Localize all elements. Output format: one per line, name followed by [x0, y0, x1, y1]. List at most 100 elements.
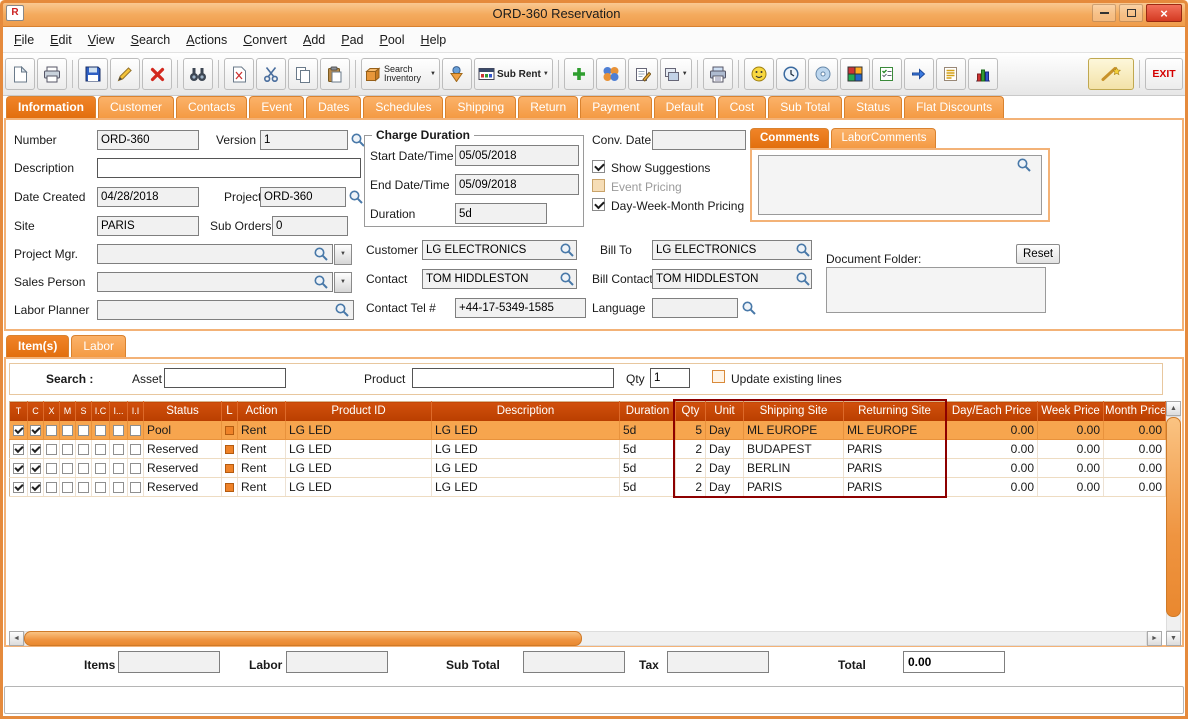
print-report-button[interactable]	[703, 58, 733, 90]
menu-view[interactable]: View	[80, 27, 123, 53]
row-checkbox[interactable]	[46, 425, 57, 436]
tab-flat-discounts[interactable]: Flat Discounts	[904, 96, 1004, 118]
new-document-button[interactable]	[5, 58, 35, 90]
row-checkbox[interactable]	[95, 444, 106, 455]
duplicate-button[interactable]: ▼	[660, 58, 692, 90]
col-header-s[interactable]: S	[76, 402, 92, 421]
row-checkbox[interactable]	[46, 482, 57, 493]
row-checkbox[interactable]	[46, 463, 57, 474]
event-pricing-checkbox[interactable]	[592, 179, 605, 192]
tab-customer[interactable]: Customer	[98, 96, 174, 118]
sales-person-dropdown-icon[interactable]: ▼	[334, 272, 352, 293]
project-mgr-search-icon[interactable]	[313, 246, 329, 262]
tab-shipping[interactable]: Shipping	[445, 96, 516, 118]
vertical-scroll-thumb[interactable]	[1166, 417, 1181, 617]
items-total-field[interactable]	[118, 651, 220, 673]
row-checkbox[interactable]	[95, 482, 106, 493]
sales-person-search-icon[interactable]	[313, 274, 329, 290]
row-checkbox[interactable]	[46, 444, 57, 455]
quick-edit-button[interactable]	[1088, 58, 1134, 90]
col-header-product-id[interactable]: Product ID	[286, 402, 432, 421]
add-line-button[interactable]	[564, 58, 594, 90]
sales-person-field[interactable]	[97, 272, 333, 292]
day-week-month-checkbox[interactable]	[592, 198, 605, 211]
col-header-qty[interactable]: Qty	[676, 402, 706, 421]
customer-service-button[interactable]	[744, 58, 774, 90]
show-suggestions-checkbox[interactable]	[592, 160, 605, 173]
table-row[interactable]: Reserved Rent LG LED LG LED 5d 2 Day BER…	[10, 459, 1166, 478]
row-checkbox[interactable]	[62, 463, 73, 474]
row-checkbox[interactable]	[78, 463, 89, 474]
tab-labor[interactable]: Labor	[71, 335, 126, 357]
row-checkbox[interactable]	[13, 425, 24, 436]
row-checkbox[interactable]	[130, 482, 141, 493]
search-inventory-button[interactable]: Search Inventory ▼	[361, 58, 440, 90]
col-header-duration[interactable]: Duration	[620, 402, 676, 421]
col-header-description[interactable]: Description	[432, 402, 620, 421]
grand-total-field[interactable]	[903, 651, 1005, 673]
col-header-t[interactable]: T	[10, 402, 28, 421]
pool-button[interactable]	[596, 58, 626, 90]
tab-sub-total[interactable]: Sub Total	[768, 96, 842, 118]
tab-event[interactable]: Event	[249, 96, 304, 118]
availability-button[interactable]	[840, 58, 870, 90]
title-bar[interactable]: R ORD-360 Reservation ×	[0, 0, 1188, 27]
row-checkbox[interactable]	[13, 444, 24, 455]
row-checkbox[interactable]	[62, 444, 73, 455]
menu-search[interactable]: Search	[123, 27, 179, 53]
history-button[interactable]	[776, 58, 806, 90]
row-checkbox[interactable]	[130, 463, 141, 474]
row-checkbox[interactable]	[113, 425, 124, 436]
col-header-returning-site[interactable]: Returning Site	[844, 402, 946, 421]
row-checkbox[interactable]	[62, 425, 73, 436]
document-folder-box[interactable]	[826, 267, 1046, 313]
project-mgr-field[interactable]	[97, 244, 333, 264]
language-field[interactable]	[652, 298, 738, 318]
delete-button[interactable]	[142, 58, 172, 90]
description-field[interactable]	[97, 158, 361, 178]
sub-total-field[interactable]	[523, 651, 625, 673]
language-search-icon[interactable]	[741, 300, 757, 316]
cut-line-button[interactable]	[224, 58, 254, 90]
sub-rent-button[interactable]: Sub Rent ▼	[474, 58, 553, 90]
tab-items[interactable]: Item(s)	[6, 335, 69, 357]
horizontal-scroll-thumb[interactable]	[24, 631, 582, 646]
contact-tel-field[interactable]	[455, 298, 586, 318]
tab-comments[interactable]: Comments	[750, 128, 829, 148]
paste-button[interactable]	[320, 58, 350, 90]
col-header-month-price[interactable]: Month Price	[1104, 402, 1166, 421]
filter-button[interactable]	[442, 58, 472, 90]
labor-total-field[interactable]	[286, 651, 388, 673]
table-row[interactable]: Reserved Rent LG LED LG LED 5d 2 Day BUD…	[10, 440, 1166, 459]
row-checkbox[interactable]	[78, 482, 89, 493]
tab-default[interactable]: Default	[654, 96, 716, 118]
copy-button[interactable]	[288, 58, 318, 90]
scroll-up-icon[interactable]: ▲	[1166, 401, 1181, 416]
media-button[interactable]	[808, 58, 838, 90]
cut-button[interactable]	[256, 58, 286, 90]
row-checkbox[interactable]	[78, 444, 89, 455]
comments-search-icon[interactable]	[1016, 157, 1032, 173]
menu-add[interactable]: Add	[295, 27, 333, 53]
comments-textarea[interactable]	[758, 155, 1042, 215]
col-header-action[interactable]: Action	[238, 402, 286, 421]
pricing-button[interactable]	[936, 58, 966, 90]
scroll-left-icon[interactable]: ◄	[9, 631, 24, 646]
conv-date-field[interactable]	[652, 130, 746, 150]
tab-labor-comments[interactable]: LaborComments	[831, 128, 936, 148]
edit-button[interactable]	[110, 58, 140, 90]
customer-field[interactable]	[422, 240, 577, 260]
tab-dates[interactable]: Dates	[306, 96, 361, 118]
bill-contact-field[interactable]	[652, 269, 812, 289]
analysis-button[interactable]	[968, 58, 998, 90]
col-header-c[interactable]: C	[28, 402, 44, 421]
scroll-right-icon[interactable]: ►	[1147, 631, 1162, 646]
product-input[interactable]	[412, 368, 614, 388]
site-field[interactable]	[97, 216, 199, 236]
col-header-unit[interactable]: Unit	[706, 402, 744, 421]
table-row[interactable]: Reserved Rent LG LED LG LED 5d 2 Day PAR…	[10, 478, 1166, 497]
customer-search-icon[interactable]	[559, 242, 575, 258]
contact-search-icon[interactable]	[559, 271, 575, 287]
sub-orders-field[interactable]	[272, 216, 348, 236]
col-header-ii[interactable]: I.I	[128, 402, 144, 421]
